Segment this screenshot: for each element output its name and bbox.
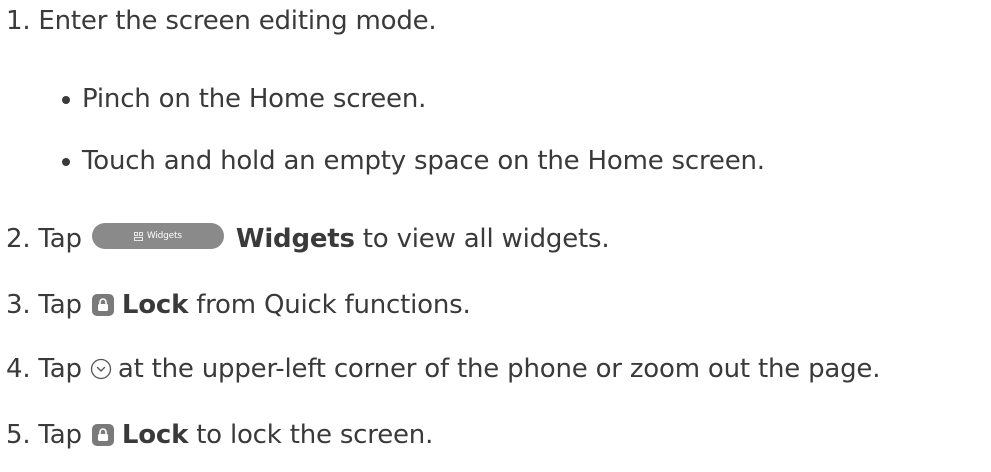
step-pre-text: Tap xyxy=(38,354,82,384)
lock-icon xyxy=(91,424,114,446)
widgets-grid-icon xyxy=(133,231,143,241)
substep-1: Pinch on the Home screen. xyxy=(62,82,426,116)
step-number: 2. xyxy=(6,224,31,254)
widgets-button-label: Widgets xyxy=(146,231,182,241)
step-post-text: to view all widgets. xyxy=(362,224,610,254)
step-number: 1. xyxy=(6,6,31,36)
step-text: Enter the screen editing mode. xyxy=(38,6,437,36)
instructions-document: 1. Enter the screen editing mode. Pinch … xyxy=(0,0,991,472)
step-bold-text: Lock xyxy=(121,420,189,450)
step-5: 5. Tap Lock to lock the screen. xyxy=(6,418,433,452)
step-3: 3. Tap Lock from Quick functions. xyxy=(6,288,471,322)
substep-2: Touch and hold an empty space on the Hom… xyxy=(62,144,765,178)
step-bold-text: Widgets xyxy=(235,224,355,254)
substep-text: Pinch on the Home screen. xyxy=(82,84,427,114)
step-pre-text: Tap xyxy=(38,290,82,320)
step-bold-text: Lock xyxy=(121,290,189,320)
step-1: 1. Enter the screen editing mode. xyxy=(6,4,437,38)
chevron-down-circle-icon xyxy=(90,358,111,380)
step-number: 3. xyxy=(6,290,31,320)
step-number: 5. xyxy=(6,420,31,450)
step-4: 4. Tap at the upper-left corner of the p… xyxy=(6,352,880,386)
step-number: 4. xyxy=(6,354,31,384)
bullet-icon xyxy=(62,158,70,166)
bullet-icon xyxy=(62,96,70,104)
lock-icon xyxy=(91,294,114,316)
step-post-text: to lock the screen. xyxy=(196,420,434,450)
step-post-text: from Quick functions. xyxy=(196,290,471,320)
step-pre-text: Tap xyxy=(38,224,82,254)
step-pre-text: Tap xyxy=(38,420,82,450)
widgets-button-image: Widgets xyxy=(91,223,224,249)
substep-text: Touch and hold an empty space on the Hom… xyxy=(82,146,765,176)
step-post-text: at the upper-left corner of the phone or… xyxy=(117,354,881,384)
step-2: 2. Tap Widgets Widgets to view all widge… xyxy=(6,222,610,256)
